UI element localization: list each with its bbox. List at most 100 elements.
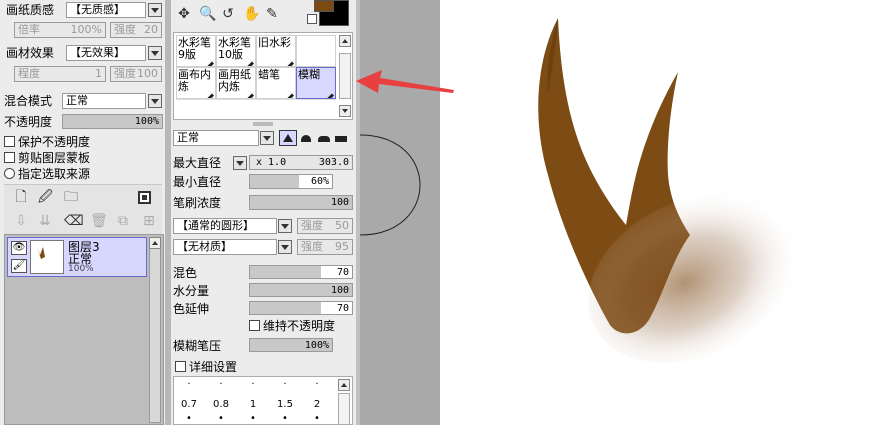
move-icon[interactable]: ✥: [177, 6, 191, 22]
size-dot: ·: [283, 379, 287, 390]
selection-source-label: 指定选取来源: [18, 167, 91, 181]
water-slider[interactable]: 100: [249, 283, 353, 297]
degree-value: 1: [95, 67, 102, 80]
opacity-slider[interactable]: 100%: [62, 114, 163, 129]
brush-canvas[interactable]: 画布内炼: [176, 67, 216, 99]
degree-field: 程度 1: [14, 66, 106, 82]
paper-texture-label: 画纸质感: [6, 3, 55, 17]
chevron-down-icon[interactable]: [260, 131, 274, 145]
material-effect-select[interactable]: 【无效果】: [66, 45, 146, 61]
merge-down-icon[interactable]: ⇊: [38, 213, 52, 229]
paper-texture-select[interactable]: 【无质感】: [66, 2, 146, 18]
selection-source-radio[interactable]: [4, 168, 15, 179]
size-scroll-thumb[interactable]: [338, 393, 350, 425]
scroll-up-icon[interactable]: [149, 237, 161, 249]
merge-group-icon[interactable]: ⧉: [116, 213, 130, 229]
panel-grip[interactable]: [253, 122, 273, 126]
layer-list: 👁 🖌 图层3 正常 100%: [4, 234, 164, 425]
brush-label: 模糊: [298, 68, 320, 81]
transfer-down-icon[interactable]: ⇩: [14, 213, 28, 229]
blur-pressure-slider[interactable]: 100%: [249, 338, 333, 352]
layer-thumbnail-preview: [37, 247, 45, 259]
advanced-settings-checkbox[interactable]: [175, 361, 186, 372]
texture-strength-label: 强度: [301, 240, 323, 253]
size-dot: ·: [315, 379, 319, 390]
brush-texture-select[interactable]: 【无材质】: [173, 239, 277, 255]
brush-drawing-paper[interactable]: 画用纸内炼: [216, 67, 256, 99]
color-swap-icon[interactable]: [307, 14, 317, 24]
degree-label: 程度: [18, 67, 40, 80]
chevron-down-icon[interactable]: [148, 94, 162, 108]
eyedropper-icon[interactable]: ✎: [265, 6, 279, 22]
size-preset-0[interactable]: 0.7: [174, 399, 204, 411]
size-preset-3[interactable]: 1.5: [270, 399, 300, 411]
delete-layer-icon[interactable]: 🗑: [90, 213, 108, 229]
layer-opacity: 100%: [68, 264, 94, 274]
size-preset-4[interactable]: 2: [302, 399, 332, 411]
scroll-up-icon[interactable]: [338, 379, 350, 391]
scroll-down-icon[interactable]: [339, 105, 351, 117]
mix-slider[interactable]: 70: [249, 265, 353, 279]
brush-empty[interactable]: [296, 35, 336, 67]
mask-merge-icon[interactable]: ⊞: [142, 213, 156, 229]
brush-watercolor9[interactable]: 水彩笔9版: [176, 35, 216, 67]
chevron-down-icon[interactable]: [148, 46, 162, 60]
max-diameter-slider[interactable]: x 1.0 303.0: [249, 155, 353, 170]
brush-label: 画用纸内炼: [218, 68, 251, 93]
layer-mask-icon[interactable]: [138, 191, 151, 204]
protect-opacity-checkbox[interactable]: [4, 136, 15, 147]
brush-crayon[interactable]: 蜡笔: [256, 67, 296, 99]
zoom-icon[interactable]: 🔍: [199, 6, 216, 22]
foreground-color-swatch[interactable]: [314, 0, 334, 12]
brush-cursor: [360, 134, 421, 236]
tip-shape-round-icon[interactable]: [299, 132, 313, 144]
density-slider[interactable]: 100: [249, 195, 353, 210]
rotate-icon[interactable]: ↺: [221, 6, 235, 22]
brush-old-watercolor[interactable]: 旧水彩: [256, 35, 296, 67]
magnification-value: 100%: [70, 23, 102, 36]
canvas-paper[interactable]: [440, 0, 885, 425]
new-linework-layer-icon[interactable]: 🖉: [38, 189, 53, 205]
material-strength-label: 强度: [114, 67, 136, 80]
brush-label: 画布内炼: [178, 68, 211, 93]
chevron-down-icon[interactable]: [148, 3, 162, 17]
clipping-mask-checkbox[interactable]: [4, 152, 15, 163]
brush-watercolor10[interactable]: 水彩笔10版: [216, 35, 256, 67]
tip-shape-sharp-icon[interactable]: [279, 130, 297, 146]
magnification-field: 倍率 100%: [14, 22, 106, 38]
brush-blend-select[interactable]: 正常: [173, 130, 259, 146]
size-preset-1[interactable]: 0.8: [206, 399, 236, 411]
paper-strength-field: 强度 20: [110, 22, 162, 38]
diameter-scale-button[interactable]: [233, 156, 247, 170]
new-layer-icon[interactable]: 🗋: [14, 189, 28, 205]
clear-layer-icon[interactable]: ⌫: [64, 213, 84, 229]
shape-strength-label: 强度: [301, 219, 323, 232]
color-stretch-label: 色延伸: [173, 302, 210, 316]
layer-thumbnail: [30, 240, 64, 274]
size-dot: ·: [219, 379, 223, 390]
color-stretch-slider[interactable]: 70: [249, 301, 353, 315]
canvas-workspace[interactable]: [356, 0, 885, 425]
chevron-down-icon[interactable]: [278, 219, 292, 233]
brush-scroll-thumb[interactable]: [339, 53, 351, 99]
blend-mode-select[interactable]: 正常: [62, 93, 146, 109]
eye-icon[interactable]: 👁: [11, 241, 27, 255]
layer-scrollbar[interactable]: [149, 237, 161, 423]
size-dot: •: [314, 413, 320, 424]
min-diameter-slider[interactable]: 60%: [249, 174, 333, 189]
brush-blur[interactable]: 模糊: [296, 67, 336, 99]
tip-shape-flat-icon[interactable]: [334, 132, 348, 144]
tip-shape-soft-icon[interactable]: [317, 132, 331, 144]
size-preset-2[interactable]: 1: [238, 399, 268, 411]
scroll-up-icon[interactable]: [339, 35, 351, 47]
keep-opacity-checkbox[interactable]: [249, 320, 260, 331]
brush-shape-select[interactable]: 【通常的圆形】: [173, 218, 277, 234]
color-stretch-fill: [250, 302, 322, 314]
blur-pressure-value: 100%: [304, 340, 329, 351]
hand-icon[interactable]: ✋: [243, 6, 260, 22]
brush-lock-icon[interactable]: 🖌: [11, 259, 27, 273]
texture-strength-value: 95: [335, 240, 349, 253]
layer-row[interactable]: 👁 🖌 图层3 正常 100%: [7, 237, 147, 277]
chevron-down-icon[interactable]: [278, 240, 292, 254]
new-folder-icon[interactable]: 🗀: [64, 189, 78, 205]
